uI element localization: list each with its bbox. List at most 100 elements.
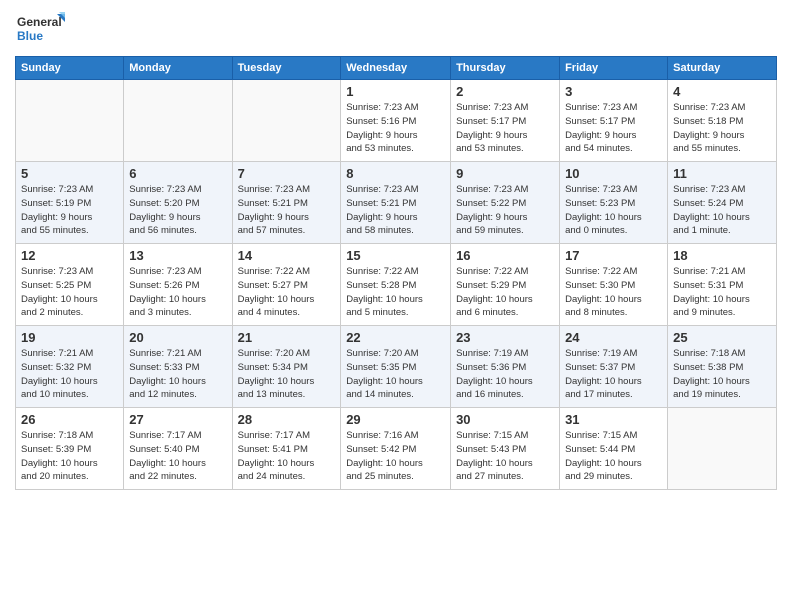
day-number: 22 <box>346 330 445 345</box>
cell-w2-d6: 10 Sunrise: 7:23 AM Sunset: 5:23 PM Dayli… <box>560 162 668 244</box>
cell-w4-d7: 25 Sunrise: 7:18 AM Sunset: 5:38 PM Dayli… <box>668 326 777 408</box>
day-detail: Sunrise: 7:23 AM Sunset: 5:24 PM Dayligh… <box>673 183 771 238</box>
cell-w4-d1: 19Sunrise: 7:21 AM Sunset: 5:32 PM Dayli… <box>16 326 124 408</box>
day-detail: Sunrise: 7:18 AM Sunset: 5:39 PM Dayligh… <box>21 429 118 484</box>
day-number: 28 <box>238 412 336 427</box>
calendar-header-row: Sunday Monday Tuesday Wednesday Thursday… <box>16 57 777 80</box>
day-detail: Sunrise: 7:23 AM Sunset: 5:17 PM Dayligh… <box>565 101 662 156</box>
cell-w5-d4: 29 Sunrise: 7:16 AM Sunset: 5:42 PM Dayli… <box>341 408 451 490</box>
cell-w3-d5: 16 Sunrise: 7:22 AM Sunset: 5:29 PM Dayli… <box>451 244 560 326</box>
day-detail: Sunrise: 7:16 AM Sunset: 5:42 PM Dayligh… <box>346 429 445 484</box>
cell-w5-d3: 28 Sunrise: 7:17 AM Sunset: 5:41 PM Dayli… <box>232 408 341 490</box>
day-detail: Sunrise: 7:23 AM Sunset: 5:26 PM Dayligh… <box>129 265 226 320</box>
day-number: 29 <box>346 412 445 427</box>
day-detail: Sunrise: 7:23 AM Sunset: 5:21 PM Dayligh… <box>346 183 445 238</box>
cell-w4-d3: 21 Sunrise: 7:20 AM Sunset: 5:34 PM Dayli… <box>232 326 341 408</box>
day-detail: Sunrise: 7:23 AM Sunset: 5:23 PM Dayligh… <box>565 183 662 238</box>
day-number: 1 <box>346 84 445 99</box>
day-number: 23 <box>456 330 554 345</box>
day-number: 30 <box>456 412 554 427</box>
day-number: 11 <box>673 166 771 181</box>
cell-w2-d2: 6Sunrise: 7:23 AM Sunset: 5:20 PM Daylig… <box>124 162 232 244</box>
page: General Blue Sunday Monday Tuesday Wedne… <box>0 0 792 612</box>
day-number: 7 <box>238 166 336 181</box>
svg-text:General: General <box>17 15 62 29</box>
cell-w4-d2: 20 Sunrise: 7:21 AM Sunset: 5:33 PM Dayli… <box>124 326 232 408</box>
cell-w5-d2: 27 Sunrise: 7:17 AM Sunset: 5:40 PM Dayli… <box>124 408 232 490</box>
cell-w3-d7: 18 Sunrise: 7:21 AM Sunset: 5:31 PM Dayli… <box>668 244 777 326</box>
cell-w5-d7 <box>668 408 777 490</box>
day-number: 24 <box>565 330 662 345</box>
cell-w2-d4: 8 Sunrise: 7:23 AM Sunset: 5:21 PM Daylig… <box>341 162 451 244</box>
cell-w1-d1 <box>16 80 124 162</box>
day-number: 3 <box>565 84 662 99</box>
cell-w1-d4: 1 Sunrise: 7:23 AM Sunset: 5:16 PM Daylig… <box>341 80 451 162</box>
day-number: 18 <box>673 248 771 263</box>
cell-w3-d6: 17Sunrise: 7:22 AM Sunset: 5:30 PM Dayli… <box>560 244 668 326</box>
day-detail: Sunrise: 7:19 AM Sunset: 5:37 PM Dayligh… <box>565 347 662 402</box>
day-detail: Sunrise: 7:15 AM Sunset: 5:43 PM Dayligh… <box>456 429 554 484</box>
calendar-table: Sunday Monday Tuesday Wednesday Thursday… <box>15 56 777 490</box>
day-detail: Sunrise: 7:17 AM Sunset: 5:40 PM Dayligh… <box>129 429 226 484</box>
cell-w4-d4: 22 Sunrise: 7:20 AM Sunset: 5:35 PM Dayli… <box>341 326 451 408</box>
cell-w2-d3: 7 Sunrise: 7:23 AM Sunset: 5:21 PM Daylig… <box>232 162 341 244</box>
day-number: 27 <box>129 412 226 427</box>
day-number: 21 <box>238 330 336 345</box>
day-detail: Sunrise: 7:20 AM Sunset: 5:35 PM Dayligh… <box>346 347 445 402</box>
day-detail: Sunrise: 7:19 AM Sunset: 5:36 PM Dayligh… <box>456 347 554 402</box>
day-number: 31 <box>565 412 662 427</box>
week-row-2: 5 Sunrise: 7:23 AM Sunset: 5:19 PM Daylig… <box>16 162 777 244</box>
day-number: 6 <box>129 166 226 181</box>
day-number: 5 <box>21 166 118 181</box>
svg-text:Blue: Blue <box>17 29 43 43</box>
day-detail: Sunrise: 7:23 AM Sunset: 5:17 PM Dayligh… <box>456 101 554 156</box>
cell-w5-d1: 26 Sunrise: 7:18 AM Sunset: 5:39 PM Dayli… <box>16 408 124 490</box>
week-row-1: 1 Sunrise: 7:23 AM Sunset: 5:16 PM Daylig… <box>16 80 777 162</box>
day-detail: Sunrise: 7:23 AM Sunset: 5:18 PM Dayligh… <box>673 101 771 156</box>
day-detail: Sunrise: 7:18 AM Sunset: 5:38 PM Dayligh… <box>673 347 771 402</box>
header-wednesday: Wednesday <box>341 57 451 80</box>
week-row-4: 19Sunrise: 7:21 AM Sunset: 5:32 PM Dayli… <box>16 326 777 408</box>
day-number: 14 <box>238 248 336 263</box>
cell-w3-d3: 14 Sunrise: 7:22 AM Sunset: 5:27 PM Dayli… <box>232 244 341 326</box>
day-detail: Sunrise: 7:23 AM Sunset: 5:22 PM Dayligh… <box>456 183 554 238</box>
cell-w3-d4: 15 Sunrise: 7:22 AM Sunset: 5:28 PM Dayli… <box>341 244 451 326</box>
week-row-3: 12 Sunrise: 7:23 AM Sunset: 5:25 PM Dayli… <box>16 244 777 326</box>
cell-w4-d5: 23 Sunrise: 7:19 AM Sunset: 5:36 PM Dayli… <box>451 326 560 408</box>
header-saturday: Saturday <box>668 57 777 80</box>
day-detail: Sunrise: 7:20 AM Sunset: 5:34 PM Dayligh… <box>238 347 336 402</box>
day-detail: Sunrise: 7:23 AM Sunset: 5:16 PM Dayligh… <box>346 101 445 156</box>
cell-w2-d1: 5 Sunrise: 7:23 AM Sunset: 5:19 PM Daylig… <box>16 162 124 244</box>
cell-w1-d3 <box>232 80 341 162</box>
day-detail: Sunrise: 7:22 AM Sunset: 5:29 PM Dayligh… <box>456 265 554 320</box>
logo: General Blue <box>15 10 65 48</box>
day-detail: Sunrise: 7:23 AM Sunset: 5:19 PM Dayligh… <box>21 183 118 238</box>
day-detail: Sunrise: 7:17 AM Sunset: 5:41 PM Dayligh… <box>238 429 336 484</box>
day-number: 26 <box>21 412 118 427</box>
cell-w1-d7: 4 Sunrise: 7:23 AM Sunset: 5:18 PM Daylig… <box>668 80 777 162</box>
day-detail: Sunrise: 7:21 AM Sunset: 5:33 PM Dayligh… <box>129 347 226 402</box>
day-number: 4 <box>673 84 771 99</box>
week-row-5: 26 Sunrise: 7:18 AM Sunset: 5:39 PM Dayli… <box>16 408 777 490</box>
day-number: 20 <box>129 330 226 345</box>
logo-svg: General Blue <box>15 10 65 48</box>
header-tuesday: Tuesday <box>232 57 341 80</box>
day-number: 17 <box>565 248 662 263</box>
header-sunday: Sunday <box>16 57 124 80</box>
header-monday: Monday <box>124 57 232 80</box>
day-number: 10 <box>565 166 662 181</box>
day-number: 12 <box>21 248 118 263</box>
day-detail: Sunrise: 7:23 AM Sunset: 5:25 PM Dayligh… <box>21 265 118 320</box>
day-number: 16 <box>456 248 554 263</box>
header: General Blue <box>15 10 777 48</box>
day-detail: Sunrise: 7:23 AM Sunset: 5:21 PM Dayligh… <box>238 183 336 238</box>
cell-w5-d5: 30 Sunrise: 7:15 AM Sunset: 5:43 PM Dayli… <box>451 408 560 490</box>
cell-w4-d6: 24 Sunrise: 7:19 AM Sunset: 5:37 PM Dayli… <box>560 326 668 408</box>
day-number: 15 <box>346 248 445 263</box>
day-detail: Sunrise: 7:22 AM Sunset: 5:28 PM Dayligh… <box>346 265 445 320</box>
day-detail: Sunrise: 7:22 AM Sunset: 5:27 PM Dayligh… <box>238 265 336 320</box>
day-number: 8 <box>346 166 445 181</box>
day-detail: Sunrise: 7:21 AM Sunset: 5:31 PM Dayligh… <box>673 265 771 320</box>
day-number: 25 <box>673 330 771 345</box>
header-thursday: Thursday <box>451 57 560 80</box>
